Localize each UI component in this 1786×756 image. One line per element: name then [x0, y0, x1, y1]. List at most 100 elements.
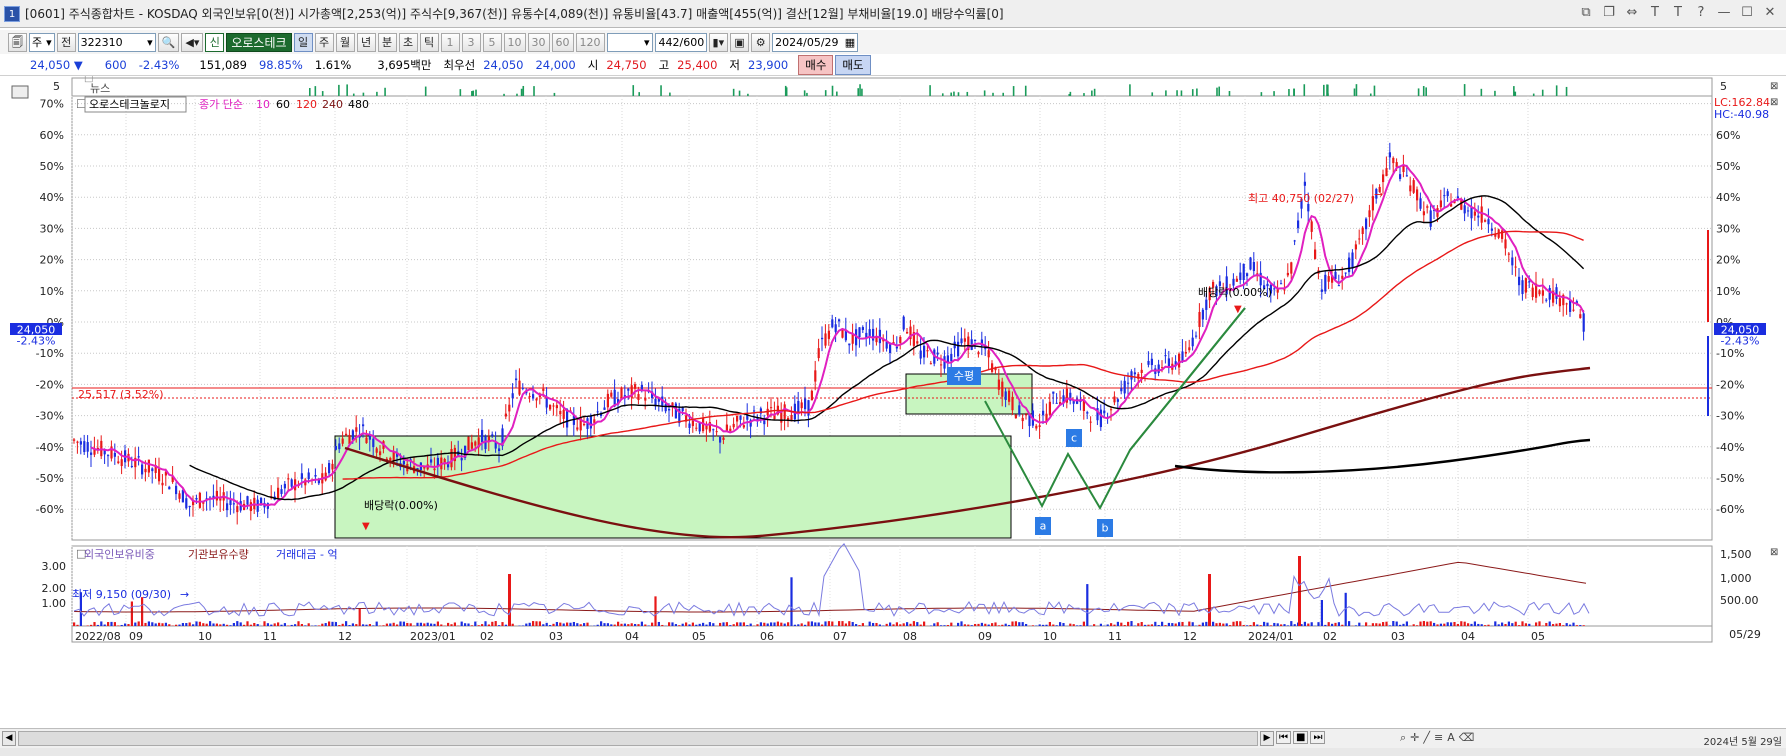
period-year-button[interactable]: 년 [356, 32, 376, 52]
scroll-left-icon[interactable]: ◀ [2, 731, 16, 746]
minute-3-button[interactable]: 3 [461, 32, 481, 52]
period-week-button[interactable]: 주 [314, 32, 334, 52]
zoom-icon[interactable]: ⌕ [1400, 731, 1406, 745]
amount-bar [1456, 623, 1459, 626]
candle-body [817, 348, 820, 359]
amount-bar [1405, 621, 1408, 626]
chart-scrollbar[interactable]: ◀ ▶ ⏮ ■ ⏭ ⌕ ✛ ╱ ≡ A ⌫ 2024년 5월 29일 [0, 728, 1786, 748]
amount-bar [800, 623, 803, 626]
amount-bar [657, 621, 660, 626]
screen-menu-icon[interactable]: 🗐 [8, 32, 27, 52]
close-sub-panel-icon[interactable]: ⊠ [1770, 547, 1778, 558]
scroll-thumb[interactable] [18, 731, 1258, 746]
save-icon[interactable]: ▣ [730, 32, 750, 52]
help-icon[interactable]: ? [1693, 5, 1709, 21]
close-icon[interactable]: ✕ [1762, 5, 1778, 21]
period-tick-button[interactable]: 틱 [419, 32, 439, 52]
copy-window-icon[interactable]: ❐ [1601, 5, 1617, 21]
period-month-button[interactable]: 월 [335, 32, 355, 52]
amount-bar [1467, 623, 1470, 626]
amount-bar [610, 624, 613, 626]
minute-30-button[interactable]: 30 [527, 32, 550, 52]
stock-chart[interactable]: □ 뉴스 5 5 70%60%50%40%30%20%10%0%-10%-20%… [0, 76, 1786, 728]
market-select[interactable]: 주 ▾ [29, 32, 55, 52]
candle-body [1205, 299, 1208, 310]
stop-icon[interactable]: ■ [1293, 731, 1309, 744]
link-icon[interactable]: ⇔ [1624, 5, 1640, 21]
rewind-icon[interactable]: ⏮ [1276, 731, 1291, 744]
minimize-icon[interactable]: — [1716, 5, 1732, 21]
amount-bar [396, 624, 399, 626]
period-day-button[interactable]: 일 [293, 32, 313, 52]
candle-body [130, 465, 133, 467]
candle-body [120, 459, 123, 467]
sell-button[interactable]: 매도 [835, 55, 871, 75]
amount-bar [198, 621, 201, 626]
minute-5-button[interactable]: 5 [482, 32, 502, 52]
settings-gear-icon[interactable]: ⚙ [751, 32, 771, 52]
text-tool-icon[interactable]: A [1447, 731, 1455, 745]
amount-bar [300, 623, 303, 626]
amount-bar [1086, 584, 1089, 626]
lock-icon[interactable]: T [1670, 5, 1686, 21]
search-icon[interactable]: 🔍 [157, 32, 180, 52]
close-news-panel-icon[interactable]: ⊠ [1770, 81, 1778, 92]
x-axis-label: 03 [549, 630, 563, 643]
bar-count-icon[interactable]: ▮▾ [708, 32, 729, 52]
right-change-tag-text: -2.43% [1721, 334, 1760, 347]
minute-120-button[interactable]: 120 [575, 32, 605, 52]
amount-bar [1399, 624, 1402, 626]
news-bar [338, 84, 340, 96]
minute-1-button[interactable]: 1 [440, 32, 460, 52]
amount-bar [1205, 621, 1208, 626]
speaker-icon[interactable]: ◀▾ [181, 32, 204, 52]
font-size-icon[interactable]: T [1647, 5, 1663, 21]
period-second-button[interactable]: 초 [398, 32, 418, 52]
amount-bar [511, 623, 514, 626]
buy-button[interactable]: 매수 [798, 55, 834, 75]
amount-bar [355, 624, 358, 626]
amount-bar [1174, 623, 1177, 626]
erase-icon[interactable]: ⌫ [1459, 731, 1475, 745]
high-arrow: → [1374, 188, 1383, 201]
candle-body [1103, 410, 1106, 414]
maximize-icon[interactable]: ☐ [1739, 5, 1755, 21]
prev-code-button[interactable]: 전 [56, 32, 76, 52]
wave-a-label: a [1040, 519, 1047, 532]
forward-icon[interactable]: ⏭ [1310, 731, 1326, 744]
custom-period-select[interactable]: ▾ [606, 32, 653, 52]
amount-bar [1341, 624, 1344, 626]
panel-settings-icon[interactable] [11, 85, 29, 99]
window-number[interactable]: 1 [4, 5, 20, 22]
candle-body [1348, 257, 1351, 273]
candle-body [583, 423, 586, 426]
minute-60-button[interactable]: 60 [551, 32, 574, 52]
candle-body [246, 496, 249, 505]
quote-bar: 24,050 ▼ 600 -2.43% 151,089 98.85% 1.61%… [0, 55, 1786, 76]
amount-bar [851, 622, 854, 626]
period-minute-button[interactable]: 분 [377, 32, 397, 52]
restore-layout-icon[interactable]: ⧉ [1578, 5, 1594, 21]
minute-10-button[interactable]: 10 [503, 32, 526, 52]
amount-bar [919, 624, 922, 626]
candle-body [1528, 281, 1531, 283]
date-input[interactable]: 2024/05/29 ▦ [772, 32, 859, 52]
stock-code-input[interactable]: 322310 ▾ [77, 32, 156, 52]
amount-bar [603, 623, 606, 626]
amount-bar [569, 622, 572, 626]
crosshair-icon[interactable]: ✛ [1410, 731, 1419, 745]
horizontal-box-large[interactable] [334, 435, 1012, 539]
candle-body [1518, 276, 1521, 286]
candle-body [940, 364, 943, 366]
close-price-panel-icon[interactable]: ⊠ [1770, 97, 1778, 108]
sub-left-tick-0: 3.00 [42, 560, 67, 573]
candle-body [338, 443, 341, 450]
data-count-input[interactable]: 442/600 [654, 32, 707, 52]
fib-icon[interactable]: ≡ [1434, 731, 1443, 745]
candle-body [1582, 313, 1585, 332]
amount-bar [103, 624, 106, 626]
left-y-tick: 70% [40, 98, 64, 111]
draw-line-icon[interactable]: ╱ [1423, 731, 1430, 745]
scroll-right-icon[interactable]: ▶ [1260, 731, 1274, 746]
amount-bar [963, 624, 966, 626]
